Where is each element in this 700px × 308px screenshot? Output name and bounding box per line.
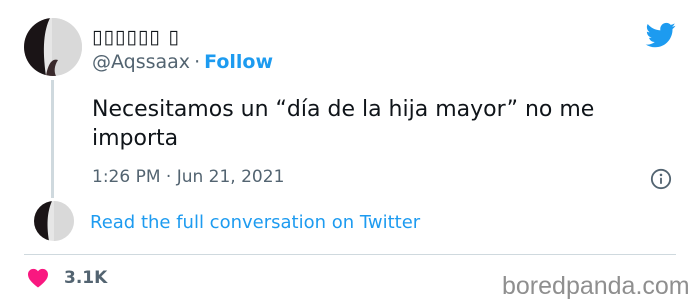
thread-line [51,80,54,198]
author-handle-row: @Aqssaax · Follow [92,51,273,73]
twitter-bird-icon[interactable] [644,20,678,50]
heart-icon[interactable] [27,268,49,288]
read-conversation-link[interactable]: Read the full conversation on Twitter [90,212,420,233]
tweet-card: ▯▯▯▯▯▯ ▯ @Aqssaax · Follow Necesitamos un … [0,0,700,308]
author-handle[interactable]: @Aqssaax [92,51,190,73]
author-display-name[interactable]: ▯▯▯▯▯▯ ▯ [92,26,180,48]
avatar-photo-small [34,201,74,241]
tweet-text: Necesitamos un “día de la hija mayor” no… [92,97,595,151]
tweet-timestamp[interactable]: 1:26 PM · Jun 21, 2021 [92,167,284,187]
separator-dot: · [194,51,201,73]
like-count[interactable]: 3.1K [64,268,107,288]
author-avatar[interactable] [24,18,82,76]
avatar-photo [24,18,82,76]
info-icon[interactable] [650,168,672,190]
divider [24,254,676,255]
boredpanda-watermark: boredpanda.com [502,272,690,300]
follow-button[interactable]: Follow [204,51,273,73]
conversation-avatar[interactable] [34,201,74,241]
